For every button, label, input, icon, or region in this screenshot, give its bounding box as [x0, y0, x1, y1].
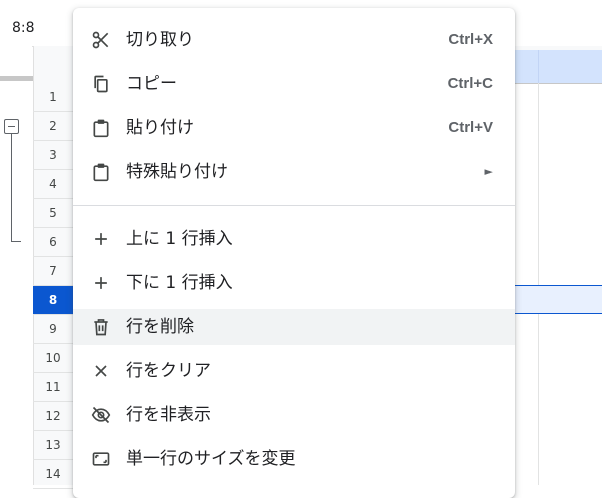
- submenu-arrow-icon: ►: [484, 165, 493, 178]
- column-header-selected[interactable]: [514, 50, 602, 83]
- menu-item-cut[interactable]: 切り取り Ctrl+X: [73, 22, 515, 58]
- menu-item-shortcut: Ctrl+X: [448, 31, 493, 48]
- row-header[interactable]: 11: [33, 373, 73, 402]
- resize-icon: [91, 449, 111, 469]
- menu-item-paste[interactable]: 貼り付け Ctrl+V: [73, 110, 515, 146]
- gutter-divider: [0, 76, 33, 81]
- row-group-gutter: [0, 46, 32, 485]
- plus-icon: [91, 229, 111, 249]
- row-header[interactable]: 9: [33, 315, 73, 344]
- clipboard-icon: [91, 162, 111, 182]
- close-icon: [91, 361, 111, 381]
- row-header[interactable]: 4: [33, 170, 73, 199]
- copy-icon: [91, 74, 111, 94]
- menu-separator: [73, 205, 515, 206]
- menu-item-label: 下に 1 行挿入: [126, 273, 233, 293]
- grid-line: [538, 83, 539, 485]
- menu-item-copy[interactable]: コピー Ctrl+C: [73, 66, 515, 102]
- menu-item-delete-row[interactable]: 行を削除: [73, 309, 515, 345]
- row-group-collapse-button[interactable]: [4, 119, 19, 134]
- eye-off-icon: [91, 405, 111, 425]
- menu-item-label: 貼り付け: [126, 118, 194, 138]
- row-header[interactable]: 13: [33, 431, 73, 460]
- row-group-bracket-end: [11, 241, 21, 242]
- menu-item-shortcut: Ctrl+V: [448, 119, 493, 136]
- name-box[interactable]: 8:8: [12, 20, 35, 36]
- row-header[interactable]: 3: [33, 141, 73, 170]
- menu-item-label: 行を削除: [126, 317, 194, 337]
- menu-item-label: 行をクリア: [126, 361, 211, 381]
- row-header[interactable]: 1: [33, 83, 73, 112]
- menu-item-hide-row[interactable]: 行を非表示: [73, 397, 515, 433]
- scissors-icon: [91, 30, 111, 50]
- context-menu: 切り取り Ctrl+X コピー Ctrl+C 貼り付け Ctrl+V 特殊貼り付…: [73, 8, 515, 498]
- menu-item-label: 特殊貼り付け: [126, 162, 228, 182]
- menu-item-label: コピー: [126, 74, 177, 94]
- clipboard-icon: [91, 118, 111, 138]
- menu-item-label: 単一行のサイズを変更: [126, 449, 296, 469]
- column-divider: [538, 50, 539, 83]
- menu-item-insert-row-below[interactable]: 下に 1 行挿入: [73, 265, 515, 301]
- menu-item-label: 上に 1 行挿入: [126, 229, 233, 249]
- plus-icon: [91, 273, 111, 293]
- row-header[interactable]: 2: [33, 112, 73, 141]
- row-header[interactable]: 7: [33, 257, 73, 286]
- menu-item-resize-row[interactable]: 単一行のサイズを変更: [73, 441, 515, 477]
- menu-item-paste-special[interactable]: 特殊貼り付け ►: [73, 154, 515, 190]
- row-header[interactable]: 12: [33, 402, 73, 431]
- row-group-bracket: [11, 134, 12, 241]
- row-header[interactable]: 6: [33, 228, 73, 257]
- selected-row-cells[interactable]: [514, 285, 602, 314]
- trash-icon: [91, 317, 111, 337]
- menu-item-insert-row-above[interactable]: 上に 1 行挿入: [73, 221, 515, 257]
- row-header-selected[interactable]: 8: [33, 286, 73, 315]
- menu-item-label: 切り取り: [126, 30, 194, 50]
- menu-item-label: 行を非表示: [126, 405, 211, 425]
- row-header[interactable]: 10: [33, 344, 73, 373]
- row-header[interactable]: 5: [33, 199, 73, 228]
- menu-item-shortcut: Ctrl+C: [447, 75, 493, 92]
- menu-item-clear-row[interactable]: 行をクリア: [73, 353, 515, 389]
